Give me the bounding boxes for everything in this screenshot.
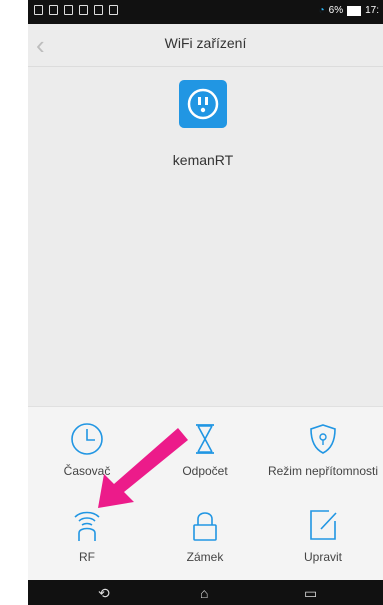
shield-icon — [310, 424, 336, 454]
status-bar: ◔ 6% 17: — [28, 0, 383, 24]
edit-icon — [310, 510, 337, 540]
notification-icon — [94, 5, 103, 15]
page-title: WiFi zařízení — [164, 35, 247, 51]
away-mode-action[interactable]: Režim nepřítomnosti — [264, 407, 382, 493]
status-right: ◔ 6% 17: — [319, 5, 379, 16]
edit-label: Upravit — [303, 550, 342, 564]
lock-icon — [193, 512, 217, 541]
hourglass-icon — [196, 424, 214, 454]
notification-icon — [64, 5, 73, 15]
outlet-icon — [179, 80, 227, 128]
notification-icon — [34, 5, 43, 15]
recents-nav-icon[interactable]: ▭ — [304, 585, 317, 602]
pointer-arrow-icon — [98, 428, 188, 508]
top-navbar: ‹ WiFi zařízení — [28, 24, 383, 67]
left-margin — [0, 0, 28, 605]
notification-icons — [34, 5, 118, 15]
notification-icon — [49, 5, 58, 15]
android-nav-bar: ⟲ ⌂ ▭ — [28, 580, 383, 605]
rf-label: RF — [79, 550, 95, 564]
home-nav-icon[interactable]: ⌂ — [200, 585, 208, 601]
away-mode-label: Režim nepřítomnosti — [267, 464, 379, 478]
device-tile[interactable]: kemanRT — [173, 80, 233, 168]
notification-icon — [79, 5, 88, 15]
notification-icon — [109, 5, 118, 15]
wifi-signal-icon: ◔ — [318, 5, 325, 16]
battery-icon — [347, 5, 362, 16]
edit-action[interactable]: Upravit — [264, 493, 382, 579]
lock-label: Zámek — [186, 550, 224, 564]
battery-percent: 6% — [328, 5, 344, 16]
back-nav-icon[interactable]: ⟲ — [98, 585, 110, 602]
device-name: kemanRT — [172, 152, 234, 168]
clock-time: 17: — [365, 5, 379, 16]
